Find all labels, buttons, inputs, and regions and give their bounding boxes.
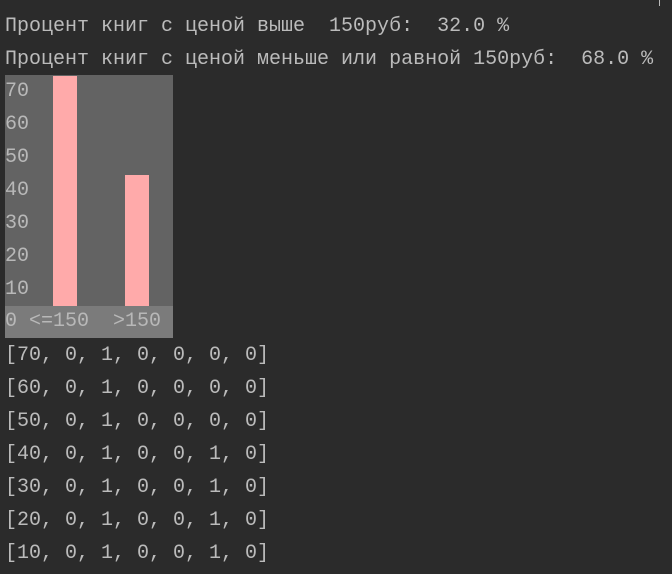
x-tick-label: >150 <box>113 310 162 333</box>
y-tick-label: 60 <box>5 113 30 136</box>
bar-chart: 0 <=150 >150 70 60 50 40 30 20 10 <box>5 75 173 338</box>
matrix-row: [70, 0, 1, 0, 0, 0, 0] <box>5 344 270 367</box>
console-line: Процент книг с ценой выше 150руб: 32.0 % <box>5 15 510 38</box>
y-tick-label: 50 <box>5 146 30 169</box>
matrix-row: [60, 0, 1, 0, 0, 0, 0] <box>5 377 270 400</box>
matrix-row: [40, 0, 1, 0, 0, 1, 0] <box>5 443 270 466</box>
scroll-marker <box>659 0 660 6</box>
origin-label: 0 <box>5 310 18 333</box>
y-tick-label: 30 <box>5 212 30 235</box>
y-tick-label: 40 <box>5 179 30 202</box>
bar-gt-150 <box>125 174 149 306</box>
console-line: Процент книг с ценой меньше или равной 1… <box>5 48 654 71</box>
y-tick-label: 10 <box>5 278 30 301</box>
matrix-row: [10, 0, 1, 0, 0, 1, 0] <box>5 542 270 565</box>
y-tick-label: 70 <box>5 80 30 103</box>
x-tick-label: <=150 <box>29 310 90 333</box>
matrix-row: [30, 0, 1, 0, 0, 1, 0] <box>5 476 270 499</box>
y-tick-label: 20 <box>5 245 30 268</box>
matrix-row: [50, 0, 1, 0, 0, 0, 0] <box>5 410 270 433</box>
x-axis-strip: 0 <=150 >150 <box>5 306 173 338</box>
matrix-row: [20, 0, 1, 0, 0, 1, 0] <box>5 509 270 532</box>
bar-le-150 <box>53 75 77 306</box>
